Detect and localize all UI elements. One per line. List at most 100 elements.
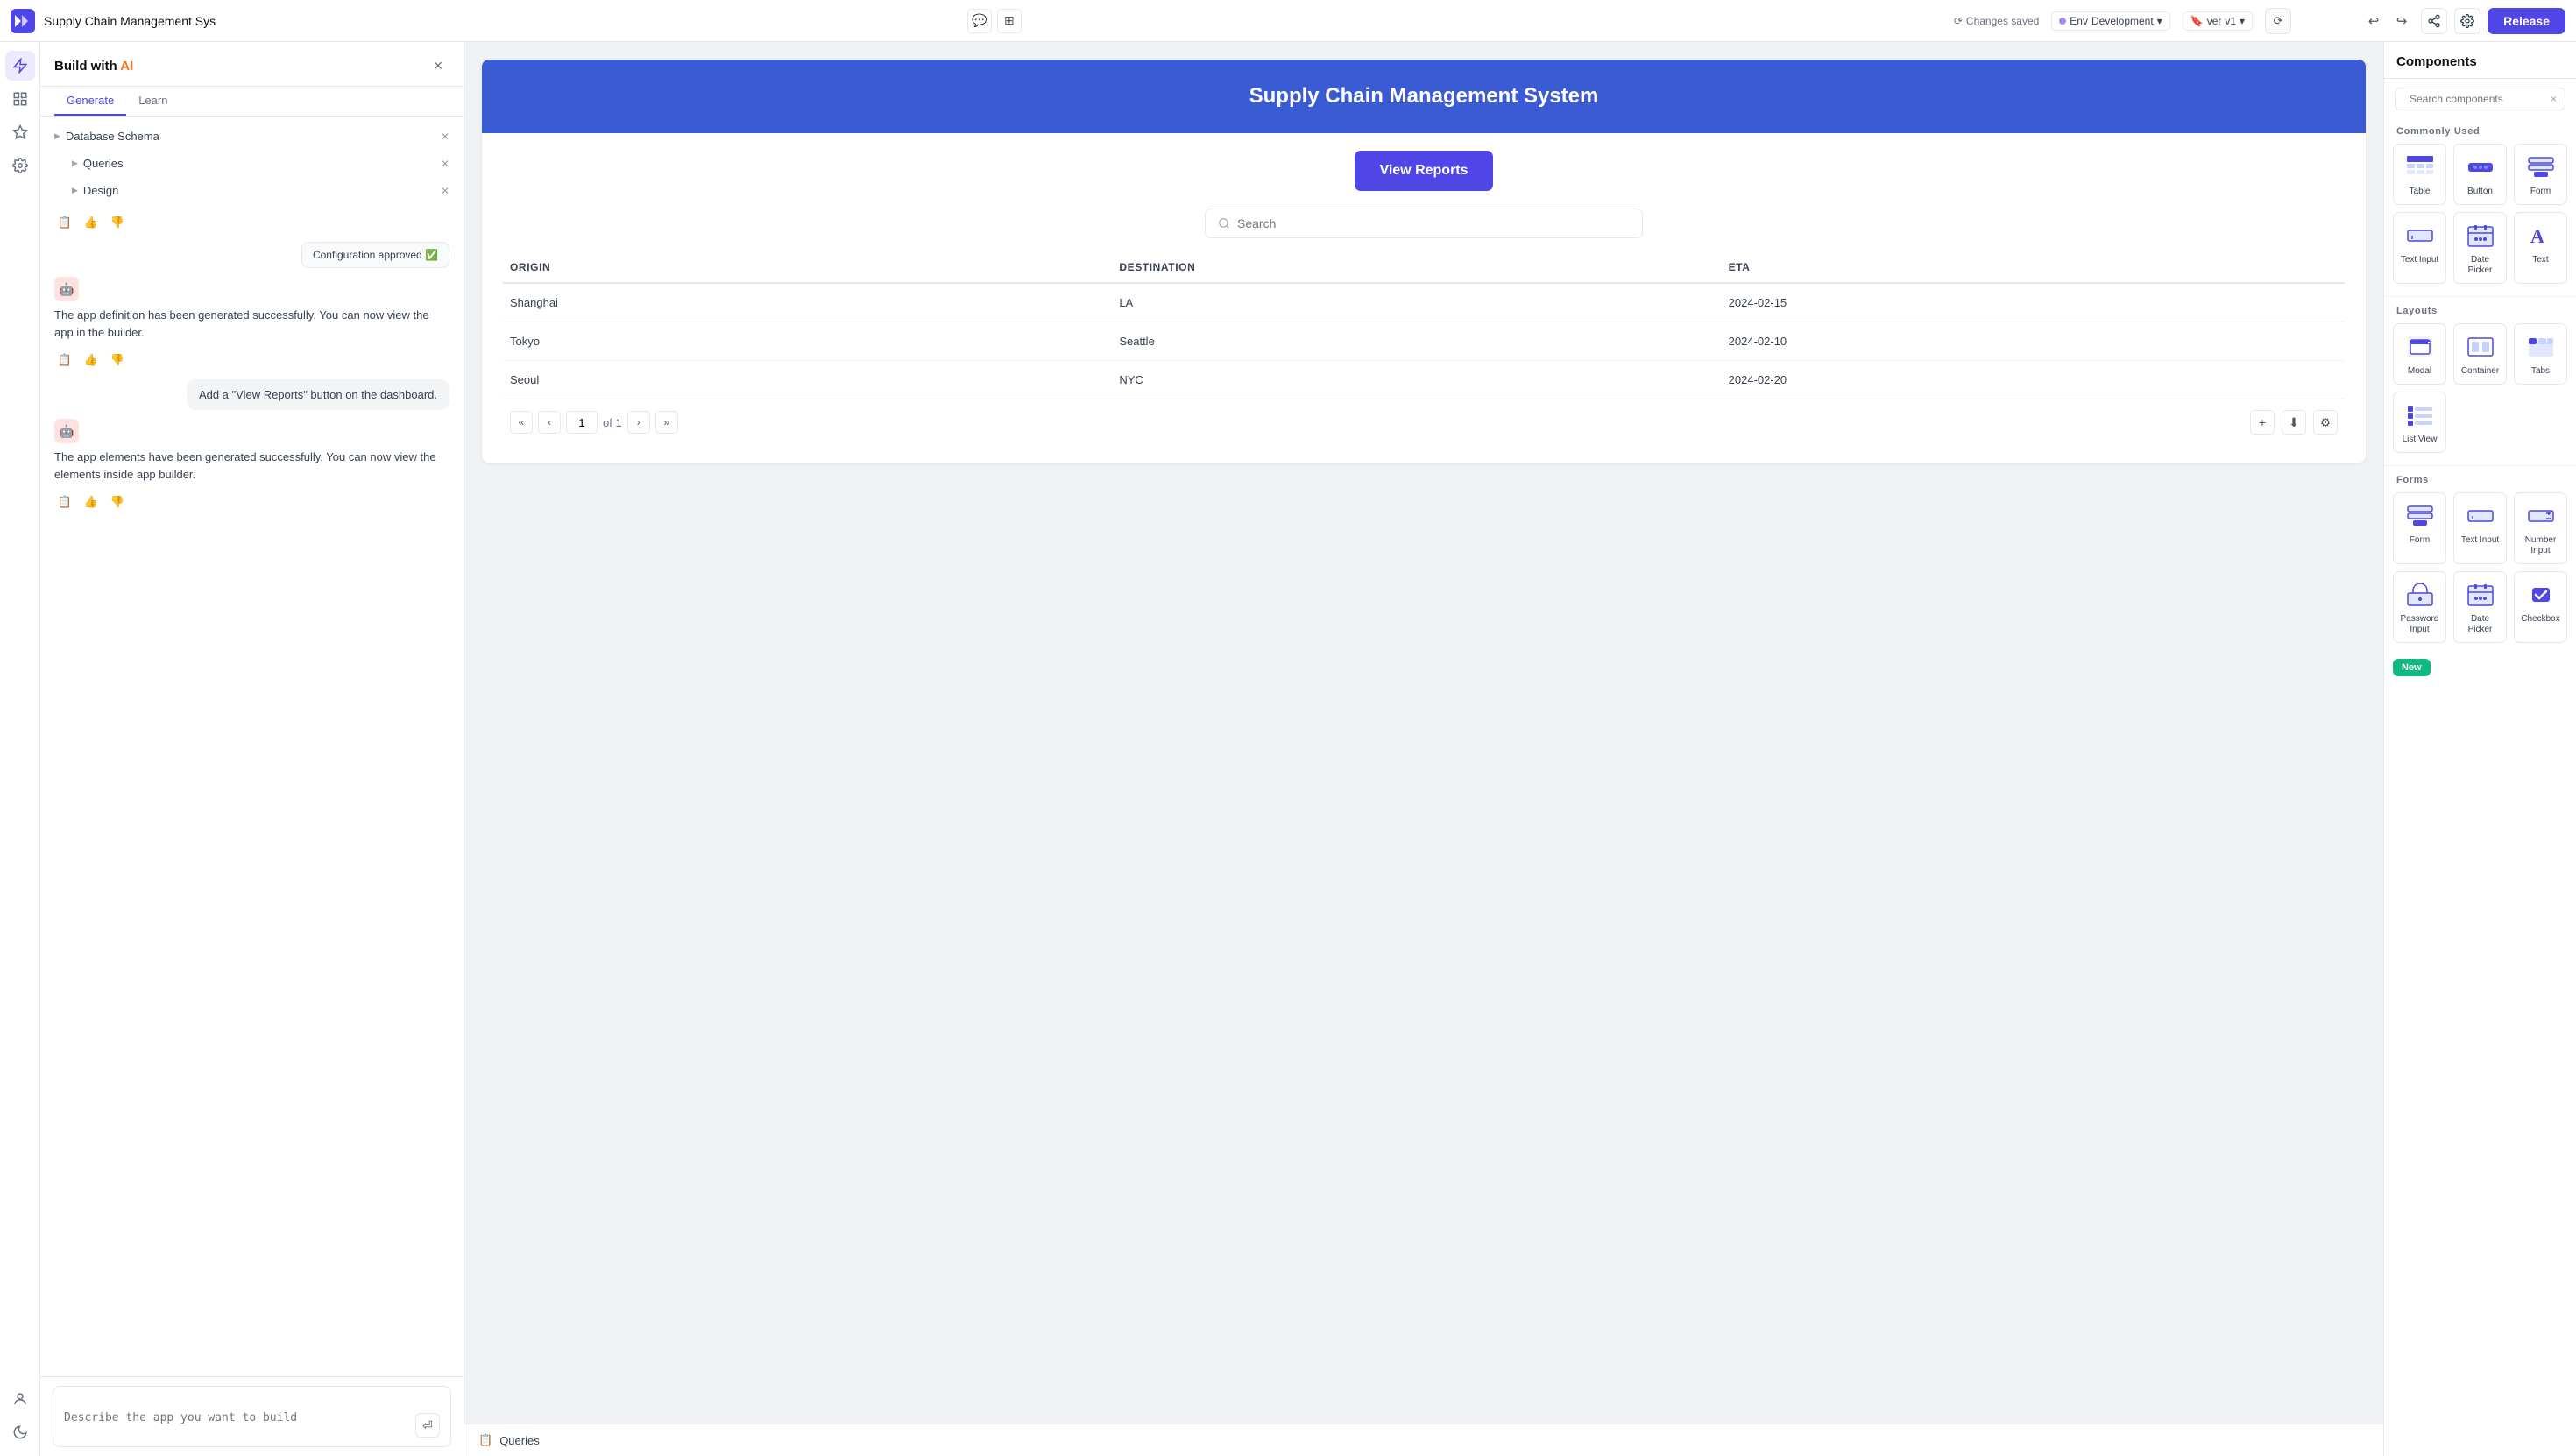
component-date-picker[interactable]: Date Picker — [2453, 212, 2507, 284]
ai-message-text-1: The app definition has been generated su… — [54, 307, 449, 341]
release-button[interactable]: Release — [2488, 8, 2565, 34]
tree-item-design[interactable]: ▶ Design ✕ — [72, 181, 449, 200]
app-body: View Reports ORIGIN DESTINATION ETA Shan… — [482, 133, 2366, 463]
text-input-component-icon — [2404, 220, 2436, 251]
copy-button-1[interactable]: 📋 — [54, 212, 75, 233]
first-page-button[interactable]: « — [510, 411, 533, 434]
settings-button[interactable] — [2454, 8, 2480, 34]
component-list-view[interactable]: List View — [2393, 392, 2446, 453]
new-badge-area: New — [2384, 654, 2576, 682]
close-design-icon[interactable]: ✕ — [441, 185, 449, 197]
divider-1 — [2384, 296, 2576, 297]
close-queries-icon[interactable]: ✕ — [441, 158, 449, 170]
sidebar-item-user[interactable] — [5, 1384, 35, 1414]
chevron-right-icon: ▶ — [54, 131, 60, 141]
tree-label-design: Design — [83, 184, 435, 197]
queries-label: Queries — [499, 1434, 540, 1447]
pagination-right-actions: + ⬇ ⚙ — [2250, 410, 2338, 435]
share-button[interactable] — [2421, 8, 2447, 34]
ai-panel-close-button[interactable]: × — [427, 54, 449, 77]
component-button[interactable]: Button — [2453, 144, 2507, 205]
prev-page-button[interactable]: ‹ — [538, 411, 561, 434]
next-page-button[interactable]: › — [627, 411, 650, 434]
env-value: Development — [2091, 15, 2154, 27]
thumbs-down-button-2[interactable]: 👎 — [107, 350, 128, 371]
undo-button[interactable]: ↩ — [2361, 9, 2386, 33]
tab-generate[interactable]: Generate — [54, 87, 126, 116]
ai-send-button[interactable]: ⏎ — [415, 1413, 440, 1438]
thumbs-down-button-3[interactable]: 👎 — [107, 491, 128, 512]
copy-button-3[interactable]: 📋 — [54, 491, 75, 512]
component-text[interactable]: A Text — [2514, 212, 2567, 284]
password-input-component-label: Password Input — [2397, 614, 2442, 635]
tree-item-queries[interactable]: ▶ Queries ✕ — [72, 154, 449, 173]
ai-chat-input[interactable] — [64, 1411, 415, 1438]
page-number-input[interactable] — [566, 411, 598, 434]
component-form2[interactable]: Form — [2393, 492, 2446, 564]
checkbox-component-label: Checkbox — [2521, 614, 2559, 625]
component-tabs[interactable]: Tabs — [2514, 323, 2567, 385]
table-row: TokyoSeattle2024-02-10 — [503, 322, 2345, 361]
download-button[interactable]: ⬇ — [2282, 410, 2306, 435]
sidebar-item-settings[interactable] — [5, 151, 35, 180]
sidebar-item-moon[interactable] — [5, 1417, 35, 1447]
component-checkbox[interactable]: Checkbox — [2514, 571, 2567, 643]
search-components-close-icon[interactable]: × — [2551, 93, 2557, 105]
component-form[interactable]: Form — [2514, 144, 2567, 205]
version-selector[interactable]: 🔖 ver v1 ▾ — [2183, 11, 2253, 31]
table-row: SeoulNYC2024-02-20 — [503, 361, 2345, 399]
table-cell: Tokyo — [510, 335, 1119, 348]
thumbs-up-button-3[interactable]: 👍 — [81, 491, 102, 512]
ai-panel: Build with AI × Generate Learn ▶ Databas… — [40, 42, 464, 1456]
commonly-used-grid: Table Button Form Text Inp — [2384, 140, 2576, 294]
sidebar-item-pages[interactable] — [5, 84, 35, 114]
sidebar-item-ai[interactable] — [5, 51, 35, 81]
component-modal[interactable]: Modal — [2393, 323, 2446, 385]
close-database-schema-icon[interactable]: ✕ — [441, 131, 449, 143]
right-panel-header: Components — [2384, 42, 2576, 79]
redo-button[interactable]: ↪ — [2389, 9, 2414, 33]
component-table[interactable]: Table — [2393, 144, 2446, 205]
thumbs-up-button-2[interactable]: 👍 — [81, 350, 102, 371]
settings-table-button[interactable]: ⚙ — [2313, 410, 2338, 435]
tree-label-database-schema: Database Schema — [66, 130, 435, 143]
table-cell: LA — [1119, 296, 1728, 309]
table-component-label: Table — [2410, 187, 2431, 197]
copy-button-2[interactable]: 📋 — [54, 350, 75, 371]
ai-panel-content: ▶ Database Schema ✕ ▶ Queries ✕ ▶ Design… — [40, 117, 464, 1376]
tabs-component-label: Tabs — [2531, 366, 2550, 377]
sidebar-item-components[interactable] — [5, 117, 35, 147]
section-commonly-used-title: Commonly Used — [2384, 119, 2576, 140]
chevron-right-icon-design: ▶ — [72, 186, 78, 195]
component-password-input[interactable]: Password Input — [2393, 571, 2446, 643]
search-input[interactable] — [1237, 216, 1630, 230]
col-header-eta: ETA — [1729, 261, 2338, 273]
thumbs-up-button-1[interactable]: 👍 — [81, 212, 102, 233]
date-picker2-component-icon — [2465, 579, 2496, 611]
component-text-input2[interactable]: Text Input — [2453, 492, 2507, 564]
comment-icon[interactable]: 💬 — [967, 9, 992, 33]
tab-learn[interactable]: Learn — [126, 87, 180, 116]
search-components-input[interactable] — [2410, 93, 2545, 105]
search-bar-wrap — [1205, 209, 1643, 238]
env-dot — [2059, 18, 2066, 25]
layout-icon[interactable]: ⊞ — [997, 9, 1022, 33]
pagination: « ‹ of 1 › » + ⬇ ⚙ — [503, 399, 2345, 445]
main-area: Build with AI × Generate Learn ▶ Databas… — [0, 42, 2576, 1456]
ai-actions-group1: 📋 👍 👎 — [54, 212, 449, 233]
component-text-input[interactable]: Text Input — [2393, 212, 2446, 284]
layouts-grid: Modal Container Tabs List — [2384, 320, 2576, 463]
env-selector[interactable]: Env Development ▾ — [2051, 11, 2169, 31]
sync-button[interactable]: ⟳ — [2265, 8, 2291, 34]
thumbs-down-button-1[interactable]: 👎 — [107, 212, 128, 233]
component-number-input[interactable]: Number Input — [2514, 492, 2567, 564]
component-container[interactable]: Container — [2453, 323, 2507, 385]
ver-icon: 🔖 — [2190, 15, 2204, 27]
tree-item-database-schema[interactable]: ▶ Database Schema ✕ — [54, 127, 449, 145]
form-component-label: Form — [2530, 187, 2551, 197]
view-reports-button[interactable]: View Reports — [1355, 151, 1492, 191]
component-date-picker2[interactable]: Date Picker — [2453, 571, 2507, 643]
last-page-button[interactable]: » — [655, 411, 678, 434]
tree-label-queries: Queries — [83, 157, 435, 170]
add-row-button[interactable]: + — [2250, 410, 2275, 435]
